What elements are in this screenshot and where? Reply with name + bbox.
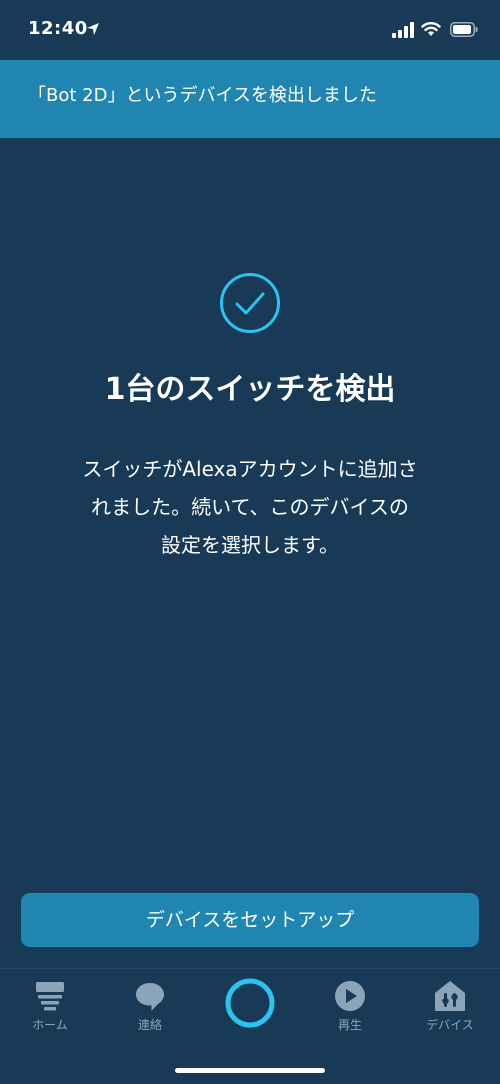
setup-device-button[interactable]: デバイスをセットアップ [21, 893, 479, 947]
device-detected-banner: 「Bot 2D」というデバイスを検出しました [0, 60, 500, 138]
banner-text: 「Bot 2D」というデバイスを検出しました [28, 85, 377, 106]
nav-label-devices: デバイス [426, 1018, 474, 1032]
description-line: スイッチがAlexaアカウントに追加さ [82, 457, 418, 481]
alexa-ring-icon [225, 978, 275, 1028]
wifi-icon [421, 22, 441, 36]
nav-item-alexa[interactable] [200, 969, 300, 1032]
status-bar: 12:40 [0, 0, 500, 60]
nav-label-play: 再生 [337, 1018, 362, 1032]
bottom-nav: ホーム 連絡 再生 デバイス [0, 968, 500, 1084]
battery-icon [450, 22, 478, 37]
chat-bubble-icon [136, 983, 164, 1011]
nav-label-contacts: 連絡 [137, 1018, 162, 1032]
home-indicator[interactable] [175, 1068, 325, 1073]
status-time: 12:40 [28, 18, 88, 39]
location-arrow-icon [87, 23, 99, 35]
description-line: 設定を選択します。 [161, 533, 339, 557]
nav-item-play[interactable]: 再生 [300, 969, 400, 1033]
play-icon [335, 981, 365, 1011]
nav-item-devices[interactable]: デバイス [400, 969, 500, 1033]
checkmark-circle-icon [220, 273, 280, 333]
nav-label-home: ホーム [32, 1018, 68, 1032]
page-title: 1台のスイッチを検出 [104, 372, 396, 407]
home-icon [36, 982, 64, 1011]
description-line: れました。続いて、このデバイスの [91, 495, 409, 519]
devices-icon [435, 981, 465, 1011]
cellular-signal-icon [392, 22, 414, 38]
nav-item-contacts[interactable]: 連絡 [100, 969, 200, 1033]
nav-item-home[interactable]: ホーム [0, 969, 100, 1033]
description-text: スイッチがAlexaアカウントに追加さ れました。続いて、このデバイスの 設定を… [40, 450, 460, 564]
